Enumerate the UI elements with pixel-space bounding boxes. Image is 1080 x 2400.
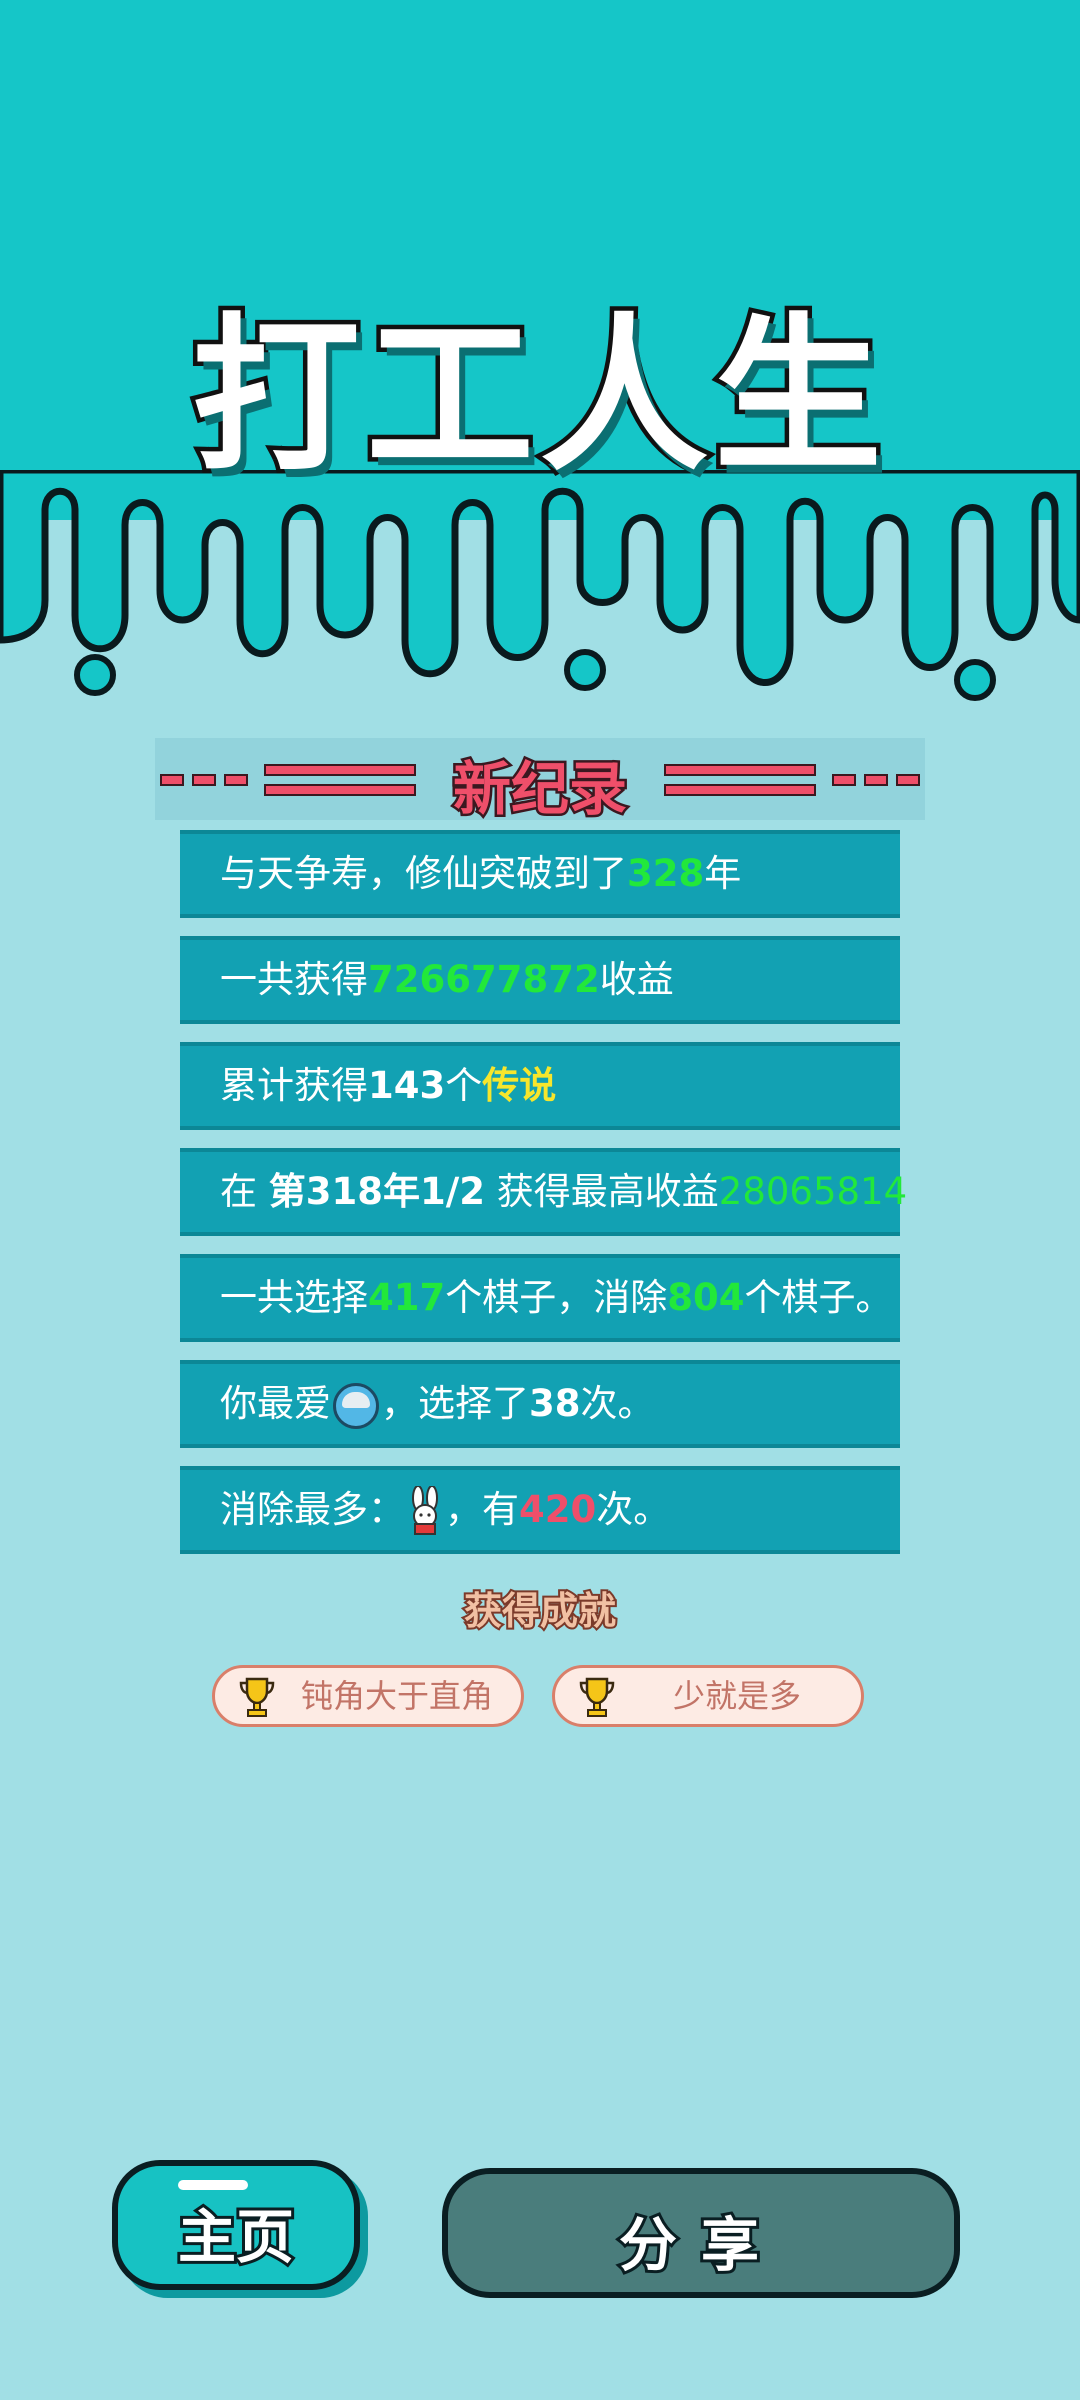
app-title: 打工人生 [188,294,888,499]
share-button[interactable]: 分享 [442,2168,960,2298]
stat-text: 获得最高收益 [485,1170,719,1213]
stat-value: 328 [627,852,705,895]
bunny-icon [412,1485,438,1535]
stat-value: 28065814 [718,1170,908,1213]
stat-value: 417 [368,1276,446,1319]
stat-text: 一共获得 [220,958,368,1001]
stat-text: 个棋子，消除 [445,1276,668,1319]
stat-text: 你最爱 [220,1382,331,1425]
stat-value: 726677872 [368,958,600,1001]
share-button-label: 分享 [616,2208,783,2282]
stat-period: 第318年1/2 [268,1170,486,1213]
achievement-label: 少就是多 [672,1677,801,1715]
stat-value: 143 [368,1064,446,1107]
achievement-label: 钝角大于直角 [300,1677,493,1715]
button-shine [178,2180,248,2190]
food-bowl-icon [333,1382,379,1429]
achievement-badge[interactable]: 钝角大于直角 [212,1665,524,1727]
stat-value: 804 [667,1276,745,1319]
stat-text: 次。 [596,1488,671,1531]
stat-row-legends: 累计获得143个传说 [180,1042,900,1130]
stat-text: 在 [220,1170,269,1213]
stat-text: 个棋子。 [744,1276,893,1319]
stat-value: 38 [529,1382,581,1425]
stat-row-most-removed: 消除最多： ，有420次。 [180,1466,900,1554]
trophy-icon [239,1677,275,1717]
drip-decoration [0,470,1080,701]
stat-row-income: 一共获得726677872收益 [180,936,900,1024]
stat-text: 次。 [580,1382,655,1425]
record-title: 新纪录 [450,753,629,826]
stat-text: ，选择了 [381,1382,529,1425]
trophy-icon [579,1677,615,1717]
stat-value: 420 [519,1488,597,1531]
stat-text: 消除最多： [220,1488,405,1531]
stat-row-pieces: 一共选择417个棋子，消除804个棋子。 [180,1254,900,1342]
stat-text: 一共选择 [220,1276,368,1319]
home-button[interactable]: 主页 [112,2160,360,2290]
stat-text: 收益 [599,958,674,1001]
stat-row-lifespan: 与天争寿，修仙突破到了328年 [180,830,900,918]
stat-text: 累计获得 [220,1064,368,1107]
achievement-badge[interactable]: 少就是多 [552,1665,864,1727]
stat-text: ，有 [445,1488,519,1531]
stat-text: 与天争寿，修仙突破到了 [220,852,627,895]
stats-list: 与天争寿，修仙突破到了328年 一共获得726677872收益 累计获得143个… [180,830,907,1572]
stat-row-best-income: 在 第318年1/2 获得最高收益28065814 [180,1148,907,1236]
stat-text: 个 [445,1064,483,1107]
stat-row-favorite: 你最爱 ，选择了38次。 [180,1360,900,1448]
stat-text: 年 [704,852,742,895]
stat-rarity: 传说 [482,1064,557,1107]
achievements-title: 获得成就 [462,1587,618,1635]
home-button-label: 主页 [175,2200,297,2274]
